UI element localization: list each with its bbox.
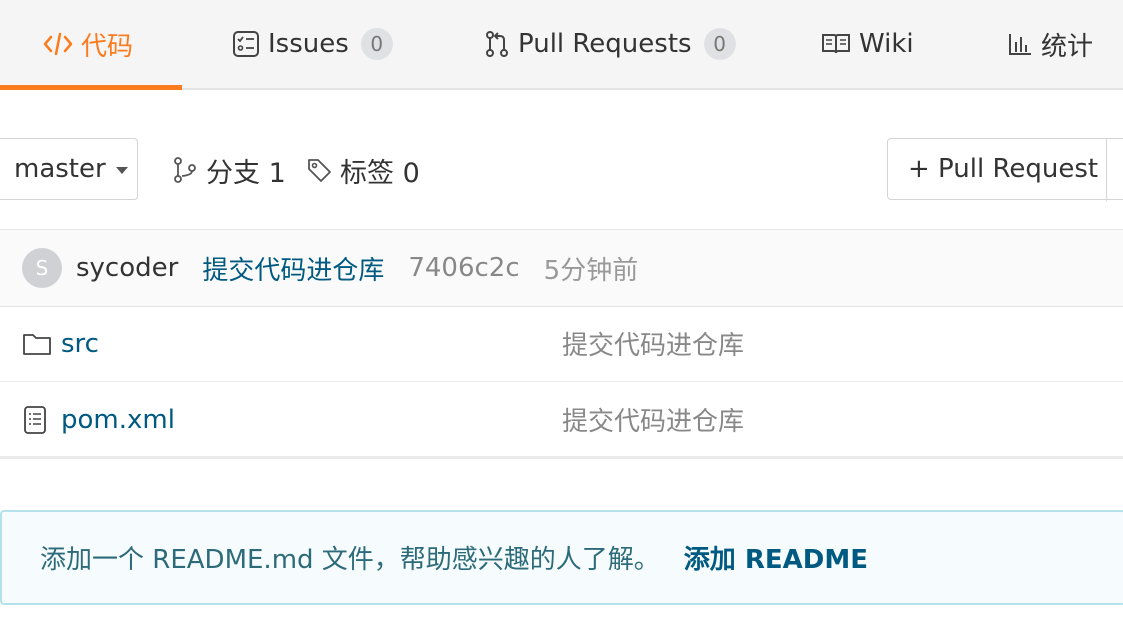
branches-label: 分支 1 <box>206 157 286 189</box>
branch-select-label: master <box>14 154 106 184</box>
branches-link[interactable]: 分支 1 <box>172 138 286 202</box>
commit-author[interactable]: sycoder <box>76 253 178 283</box>
file-text-icon <box>22 405 48 435</box>
tab-wiki-label: Wiki <box>859 29 914 59</box>
tab-statistics[interactable]: 统计 <box>1007 0 1093 88</box>
issues-icon <box>232 30 260 58</box>
commit-message-link[interactable]: 提交代码进仓库 <box>202 250 384 287</box>
branch-icon <box>172 156 198 184</box>
button-divider <box>1106 139 1107 201</box>
bar-chart-icon <box>1007 31 1033 57</box>
readme-notice-text: 添加一个 README.md 文件，帮助感兴趣的人了解。 <box>40 545 660 575</box>
pull-request-icon <box>484 30 510 58</box>
code-icon <box>43 31 73 57</box>
folder-icon <box>22 331 52 357</box>
file-name-link[interactable]: src <box>61 329 99 359</box>
repo-tabs: 代码 Issues 0 Pull Requests 0 Wiki 统计 <box>0 0 1123 90</box>
issues-count-badge: 0 <box>360 28 393 60</box>
commit-sha-link[interactable]: 7406c2c <box>408 253 519 283</box>
latest-commit-bar: S sycoder 提交代码进仓库 7406c2c 5分钟前 <box>0 229 1123 307</box>
caret-down-icon <box>115 166 128 174</box>
tab-statistics-label: 统计 <box>1041 31 1094 62</box>
tags-label: 标签 0 <box>340 157 420 189</box>
book-icon <box>821 32 851 56</box>
tab-wiki[interactable]: Wiki <box>821 0 914 88</box>
tab-pull-requests-label: Pull Requests <box>518 29 692 59</box>
readme-notice: 添加一个 README.md 文件，帮助感兴趣的人了解。 添加 README <box>0 510 1123 605</box>
tab-pull-requests[interactable]: Pull Requests 0 <box>484 0 736 88</box>
new-pull-request-label: + Pull Request <box>908 154 1099 184</box>
tab-code-label: 代码 <box>81 31 134 62</box>
add-readme-link[interactable]: 添加 README <box>684 539 868 576</box>
branch-select[interactable]: master <box>0 138 138 200</box>
file-commit-message[interactable]: 提交代码进仓库 <box>562 325 744 362</box>
tab-issues[interactable]: Issues 0 <box>232 0 393 88</box>
tab-code[interactable]: 代码 <box>0 0 183 90</box>
avatar[interactable]: S <box>22 248 62 288</box>
file-row[interactable]: pom.xml 提交代码进仓库 <box>0 382 1123 458</box>
tag-icon <box>306 157 332 183</box>
commit-time: 5分钟前 <box>543 255 639 286</box>
tab-issues-label: Issues <box>268 29 349 59</box>
repo-toolbar: master 分支 1 标签 0 + Pull Request <box>0 138 1123 202</box>
file-commit-message[interactable]: 提交代码进仓库 <box>562 401 744 438</box>
file-name-link[interactable]: pom.xml <box>61 405 175 435</box>
new-pull-request-button[interactable]: + Pull Request <box>887 138 1123 201</box>
pull-requests-count-badge: 0 <box>703 28 736 60</box>
file-row[interactable]: src 提交代码进仓库 <box>0 306 1123 382</box>
file-list-bottom-border <box>0 456 1123 459</box>
tags-link[interactable]: 标签 0 <box>306 138 420 202</box>
